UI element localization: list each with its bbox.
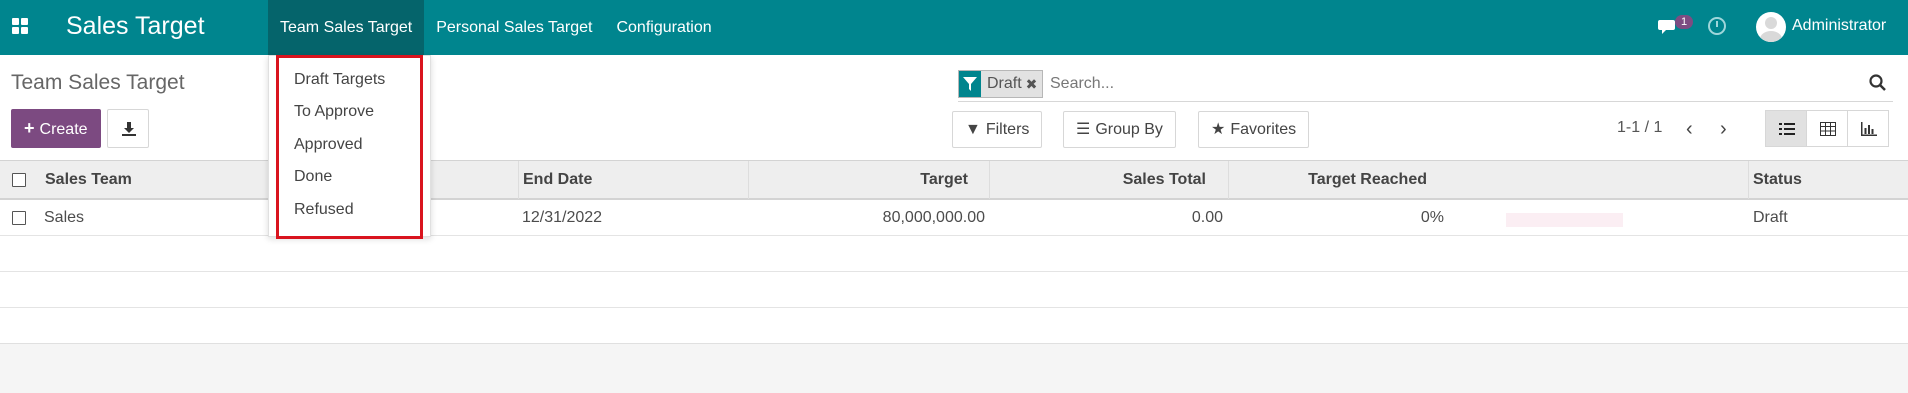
chat-badge: 1 (1675, 15, 1694, 29)
cell-target: 80,000,000.00 (882, 209, 985, 226)
app-title: Sales Target (66, 12, 205, 40)
breadcrumb: Team Sales Target (11, 71, 185, 94)
filters-button[interactable]: ▼ Filters (952, 111, 1043, 148)
column-divider (1228, 161, 1229, 199)
user-name[interactable]: Administrator (1792, 17, 1886, 35)
filters-label: Filters (985, 121, 1030, 138)
top-navbar: Sales Target Team Sales Target Personal … (0, 0, 1908, 55)
cell-status: Draft (1753, 209, 1788, 226)
plus-icon: + (24, 118, 35, 138)
empty-row (0, 236, 1908, 272)
highlight-box (276, 55, 423, 239)
menu-personal-sales-target[interactable]: Personal Sales Target (424, 0, 604, 55)
group-by-button[interactable]: ☰ Group By (1063, 111, 1176, 148)
graph-view-button[interactable] (1847, 110, 1889, 147)
search-input[interactable] (1048, 70, 1848, 98)
filter-funnel-icon (959, 71, 981, 97)
header-sales-team[interactable]: Sales Team (45, 161, 132, 199)
pager-value[interactable]: 1-1 / 1 (1617, 119, 1662, 137)
chevron-right-icon[interactable]: › (1720, 118, 1727, 141)
search-bar: Draft ✖ (958, 70, 1893, 102)
download-icon (122, 122, 136, 136)
list-icon (1779, 123, 1795, 135)
favorites-label: Favorites (1230, 121, 1297, 138)
target-reached-progress-bar (1506, 213, 1623, 227)
funnel-icon: ▼ (965, 121, 981, 138)
create-button-label: Create (39, 121, 88, 138)
list-footer (0, 343, 1908, 393)
table-icon (1820, 122, 1836, 136)
cell-end-date: 12/31/2022 (522, 209, 603, 226)
activity-clock-icon[interactable] (1708, 17, 1726, 35)
group-by-label: Group By (1095, 121, 1163, 138)
row-checkbox[interactable] (12, 211, 26, 225)
pivot-view-button[interactable] (1806, 110, 1848, 147)
empty-row (0, 272, 1908, 308)
view-switcher (1765, 110, 1889, 147)
header-target-reached[interactable]: Target Reached (1308, 161, 1427, 199)
cell-target-reached: 0% (1420, 209, 1444, 226)
star-icon: ★ (1211, 121, 1226, 138)
header-end-date[interactable]: End Date (523, 161, 592, 199)
search-facet[interactable]: Draft ✖ (958, 70, 1044, 98)
header-status[interactable]: Status (1753, 161, 1802, 199)
header-sales-total[interactable]: Sales Total (1123, 161, 1206, 199)
column-divider (989, 161, 990, 199)
cell-sales-team: Sales (44, 209, 85, 226)
column-divider (748, 161, 749, 199)
main-menu: Team Sales Target Personal Sales Target … (268, 0, 724, 55)
favorites-button[interactable]: ★ Favorites (1198, 111, 1310, 148)
menu-configuration[interactable]: Configuration (604, 0, 723, 55)
facet-label: Draft (987, 75, 1022, 92)
column-divider (1748, 161, 1749, 199)
avatar[interactable] (1756, 12, 1786, 42)
download-button[interactable] (107, 109, 149, 148)
list-view-button[interactable] (1765, 110, 1807, 147)
header-target[interactable]: Target (920, 161, 968, 199)
column-divider (518, 161, 519, 199)
chevron-left-icon[interactable]: ‹ (1686, 118, 1693, 141)
bar-chart-icon (1861, 122, 1877, 136)
menu-team-sales-target[interactable]: Team Sales Target (268, 0, 425, 55)
search-icon[interactable] (1869, 74, 1887, 92)
empty-row (0, 308, 1908, 344)
create-button[interactable]: + Create (11, 109, 101, 148)
facet-close-icon[interactable]: ✖ (1026, 71, 1043, 97)
bars-icon: ☰ (1076, 121, 1091, 138)
select-all-checkbox[interactable] (12, 173, 26, 187)
cell-sales-total: 0.00 (1191, 209, 1223, 226)
apps-grid-icon[interactable] (12, 18, 30, 36)
